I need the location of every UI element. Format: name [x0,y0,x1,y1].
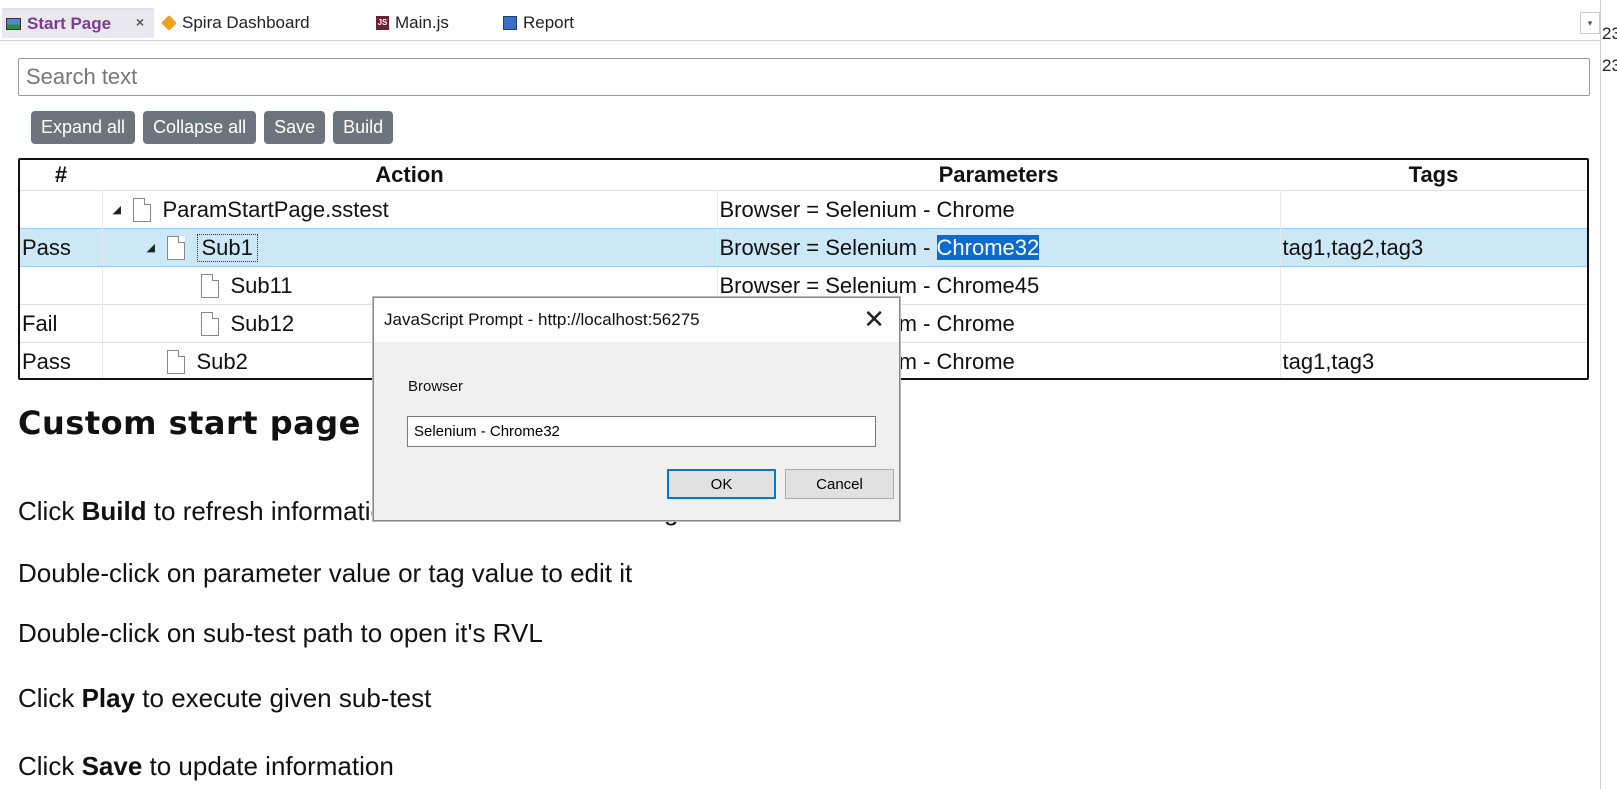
side-text: 23 [1602,56,1617,75]
tags-cell[interactable] [1279,266,1587,305]
subtest-name[interactable]: Sub12 [231,311,295,337]
collapse-all-button[interactable]: Collapse all [143,111,257,144]
help-text-play: Click Play to execute given sub-test [18,683,432,713]
status-cell [20,266,102,305]
parameters-cell[interactable]: Browser = Selenium - Chrome32 [716,228,1280,267]
file-icon [200,273,219,298]
tags-cell[interactable]: tag1,tag2,tag3 [1279,228,1587,267]
page-title: Custom start page [18,404,361,442]
status-cell [20,190,102,229]
column-header-number[interactable]: # [20,160,102,191]
tab-spira-dashboard[interactable]: Spira Dashboard [161,8,310,38]
selected-parameter-text[interactable]: Chrome32 [936,234,1040,260]
tab-label: Main.js [395,13,449,32]
table-row[interactable]: Pass ◢ Sub1 Browser = Selenium - Chrome3… [20,228,1587,267]
column-header-tags[interactable]: Tags [1280,160,1587,191]
tab-label: Spira Dashboard [182,13,310,32]
tags-cell[interactable] [1279,190,1587,229]
action-cell: ◢ ParamStartPage.sstest [101,190,717,229]
file-icon [200,311,219,336]
tab-report[interactable]: Report [503,8,574,38]
start-page-icon [6,18,21,30]
status-cell: Fail [20,304,102,343]
collapse-arrow-icon[interactable]: ◢ [147,241,161,254]
tab-label: Report [523,13,575,32]
status-cell: Pass [20,228,102,267]
tab-main-js[interactable]: JS Main.js [376,8,449,38]
js-file-icon: JS [376,16,389,30]
ok-button[interactable]: OK [667,469,776,499]
spira-icon [161,15,177,31]
tags-cell[interactable]: tag1,tag3 [1279,342,1587,378]
tab-strip: Start Page × Spira Dashboard JS Main.js … [0,0,1600,41]
help-text-open-rvl: Double-click on sub-test path to open it… [18,618,543,648]
tags-cell[interactable] [1279,304,1587,343]
table-row[interactable]: ◢ ParamStartPage.sstest Browser = Seleni… [20,190,1587,229]
tab-label: Start Page [27,14,112,33]
help-text-edit: Double-click on parameter value or tag v… [18,558,633,588]
javascript-prompt-dialog: JavaScript Prompt - http://localhost:562… [373,297,900,521]
toolbar: Expand all Collapse all Save Build [31,111,394,144]
close-icon[interactable]: × [136,14,144,30]
save-button[interactable]: Save [264,111,326,144]
search-input[interactable] [18,58,1590,96]
build-button[interactable]: Build [333,111,394,144]
tab-start-page[interactable]: Start Page × [2,8,154,38]
panel-divider [1600,0,1601,789]
side-panel-fragment: 23 23 [1602,18,1617,82]
parameters-cell[interactable]: Browser = Selenium - Chrome [716,190,1280,229]
subtest-name[interactable]: ParamStartPage.sstest [163,197,389,223]
tab-overflow-dropdown[interactable]: ▾ [1580,12,1600,34]
status-cell: Pass [20,342,102,378]
collapse-arrow-icon[interactable]: ◢ [113,203,127,216]
report-icon [503,16,517,30]
file-icon [166,349,185,374]
prompt-label: Browser [408,378,464,395]
subtest-name[interactable]: Sub11 [231,273,293,299]
action-cell: ◢ Sub1 [101,228,717,267]
file-icon [132,197,151,222]
dialog-title: JavaScript Prompt - http://localhost:562… [384,310,700,329]
column-header-parameters[interactable]: Parameters [717,160,1280,191]
close-icon[interactable]: ✕ [863,306,885,332]
expand-all-button[interactable]: Expand all [31,111,136,144]
prompt-input[interactable] [407,416,876,447]
subtest-name[interactable]: Sub2 [197,349,248,375]
side-text: 23 [1602,24,1617,43]
parameter-prefix: Browser = Selenium - [719,234,937,260]
dialog-titlebar[interactable]: JavaScript Prompt - http://localhost:562… [374,298,899,342]
help-text-save: Click Save to update information [18,751,394,781]
cancel-button[interactable]: Cancel [785,469,894,499]
file-icon [166,235,185,260]
subtest-name[interactable]: Sub1 [196,233,258,262]
column-header-action[interactable]: Action [102,160,717,191]
